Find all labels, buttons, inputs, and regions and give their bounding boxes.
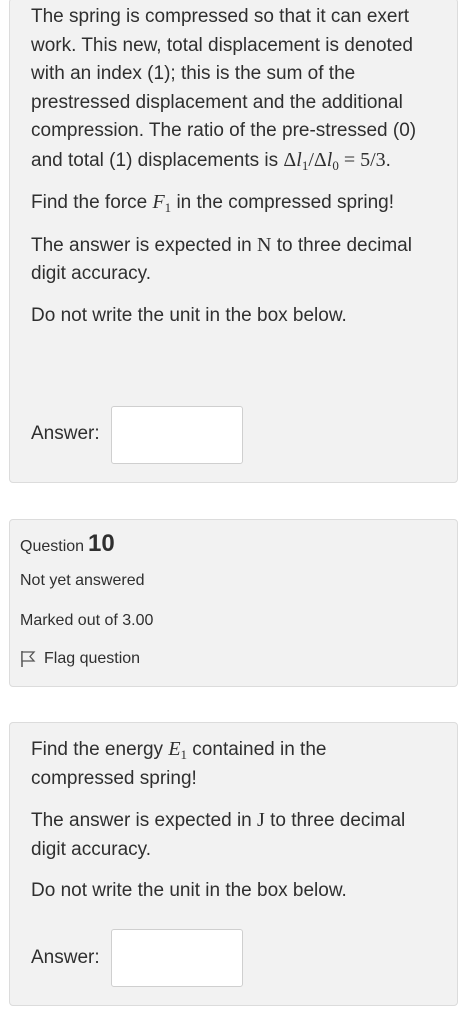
question-10-title: Question 10 — [20, 530, 115, 558]
question-10-paragraph-3: Do not write the unit in the box below. — [31, 880, 347, 901]
question-9-paragraph-3: The answer is expected in N to three dec… — [31, 231, 431, 289]
question-10-content-panel: Find the energy E1 contained in the comp… — [9, 722, 458, 1006]
question-9-content-panel: The spring is compressed so that it can … — [9, 0, 458, 483]
unit-instruction-start: The answer is expected in — [31, 234, 258, 256]
question-10-info-panel: Question 10 Not yet answered Marked out o… — [9, 519, 458, 687]
question-label: Question — [20, 538, 85, 555]
question-10-answer-label: Answer: — [31, 947, 100, 968]
question-9-paragraph-2: Find the force F1 in the compressed spri… — [31, 188, 431, 218]
force-symbol: F1 — [152, 191, 172, 215]
question-10-text: Find the energy E1 contained in the comp… — [31, 735, 431, 906]
question-9-answer-input[interactable] — [111, 406, 243, 464]
unit-joule: J — [257, 809, 265, 831]
question-10-paragraph-2: The answer is expected in J to three dec… — [31, 806, 431, 864]
question-marks: Marked out of 3.00 — [20, 612, 154, 629]
displacement-ratio-math: Δl1/Δl0 = 5/3 — [283, 148, 386, 173]
question-9-paragraph-4: Do not write the unit in the box below. — [31, 304, 347, 326]
energy-symbol: E1 — [168, 738, 188, 762]
question-9-paragraph-1: The spring is compressed so that it can … — [31, 3, 431, 175]
question-9-answer-label: Answer: — [31, 423, 100, 444]
flag-icon — [21, 651, 36, 667]
question-10-paragraph-1: Find the energy E1 contained in the comp… — [31, 735, 431, 793]
question-10-answer-input[interactable] — [111, 929, 243, 987]
force-question-end: in the compressed spring! — [171, 192, 395, 213]
question-9-intro-text: The spring is compressed so that it can … — [31, 6, 417, 171]
flag-question-label: Flag question — [44, 650, 141, 667]
question-9-intro-end: . — [385, 149, 391, 171]
question-number: 10 — [88, 530, 115, 557]
energy-question-start: Find the energy — [31, 739, 169, 760]
question-9-text: The spring is compressed so that it can … — [31, 3, 431, 330]
force-question-start: Find the force — [31, 192, 153, 213]
flag-question-link[interactable]: Flag question — [20, 650, 140, 668]
question-status: Not yet answered — [20, 572, 145, 589]
unit-newton: N — [257, 233, 272, 256]
unit-instruction-start: The answer is expected in — [31, 810, 258, 831]
